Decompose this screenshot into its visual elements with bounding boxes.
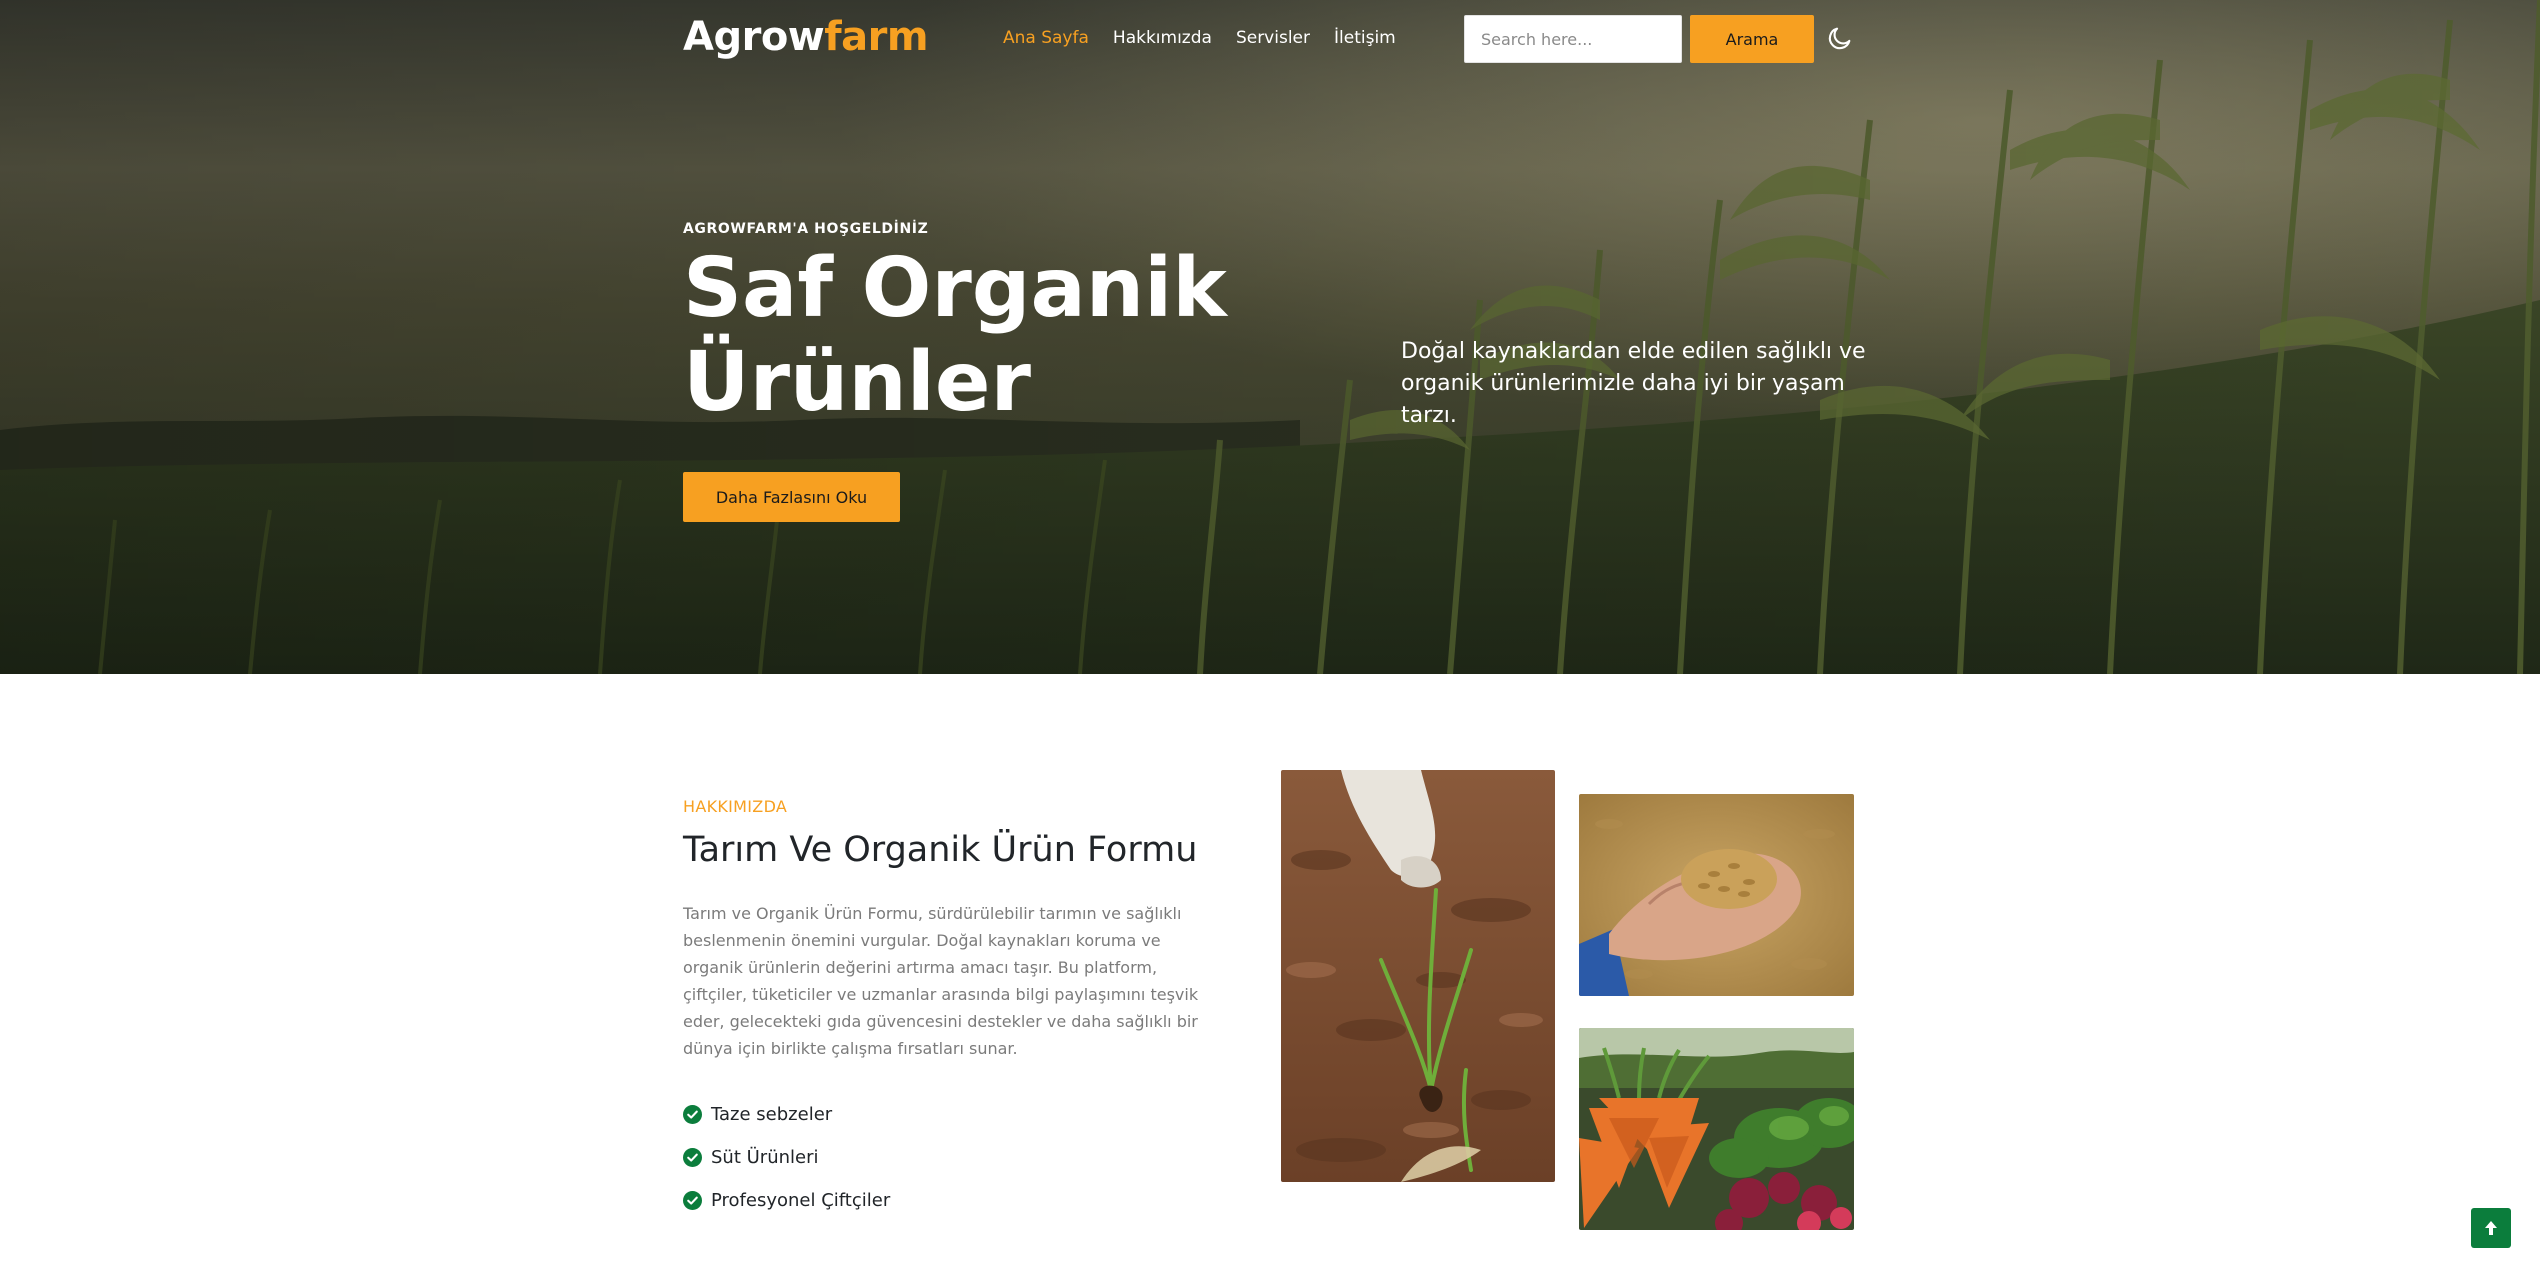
brand-name-part2: farm xyxy=(824,14,929,60)
check-circle-icon xyxy=(683,1148,702,1167)
hero-eyebrow: AGROWFARM'A HOŞGELDİNİZ xyxy=(683,221,929,237)
feature-item: Taze sebzeler xyxy=(683,1093,890,1136)
hero-title: Saf Organik Ürünler xyxy=(683,242,1403,430)
read-more-button[interactable]: Daha Fazlasını Oku xyxy=(683,472,900,522)
nav-link-home[interactable]: Ana Sayfa xyxy=(1003,28,1089,48)
check-circle-icon xyxy=(683,1105,702,1124)
search-button[interactable]: Arama xyxy=(1690,15,1814,63)
seeds-in-hand-photo xyxy=(1579,794,1854,996)
brand-name-part1: Agrow xyxy=(683,14,825,60)
feature-label: Profesyonel Çiftçiler xyxy=(711,1190,891,1211)
navbar: Agrowfarm Ana Sayfa Hakkımızda Servisler… xyxy=(0,0,2540,80)
feature-item: Profesyonel Çiftçiler xyxy=(683,1179,890,1222)
brand-logo[interactable]: Agrowfarm xyxy=(683,14,929,60)
search-input[interactable] xyxy=(1464,15,1682,63)
nav-link-contact[interactable]: İletişim xyxy=(1334,28,1396,48)
vegetables-photo xyxy=(1579,1028,1854,1230)
check-circle-icon xyxy=(683,1191,702,1210)
feature-label: Taze sebzeler xyxy=(711,1104,833,1125)
arrow-up-icon xyxy=(2485,1221,2497,1235)
main-nav: Ana Sayfa Hakkımızda Servisler İletişim xyxy=(1003,28,1396,48)
about-title: Tarım Ve Organik Ürün Formu xyxy=(683,830,1198,870)
hero-description: Doğal kaynaklardan elde edilen sağlıklı … xyxy=(1401,339,1866,428)
nav-link-about[interactable]: Hakkımızda xyxy=(1113,28,1212,48)
nav-link-services[interactable]: Servisler xyxy=(1236,28,1310,48)
feature-label: Süt Ürünleri xyxy=(711,1147,819,1168)
planting-photo xyxy=(1281,770,1555,1182)
hero-title-line-2: Ürünler xyxy=(683,335,1031,430)
feature-item: Süt Ürünleri xyxy=(683,1136,890,1179)
about-kicker: HAKKIMIZDA xyxy=(683,797,788,816)
about-text: Tarım ve Organik Ürün Formu, sürdürülebi… xyxy=(683,904,1199,1058)
hero-section: Agrowfarm Ana Sayfa Hakkımızda Servisler… xyxy=(0,0,2540,674)
hero-title-line-1: Saf Organik xyxy=(683,241,1227,336)
back-to-top-button[interactable] xyxy=(2471,1208,2511,1248)
moon-icon[interactable] xyxy=(1826,24,1854,52)
feature-list: Taze sebzeler Süt Ürünleri Profesyonel Ç… xyxy=(683,1093,890,1222)
